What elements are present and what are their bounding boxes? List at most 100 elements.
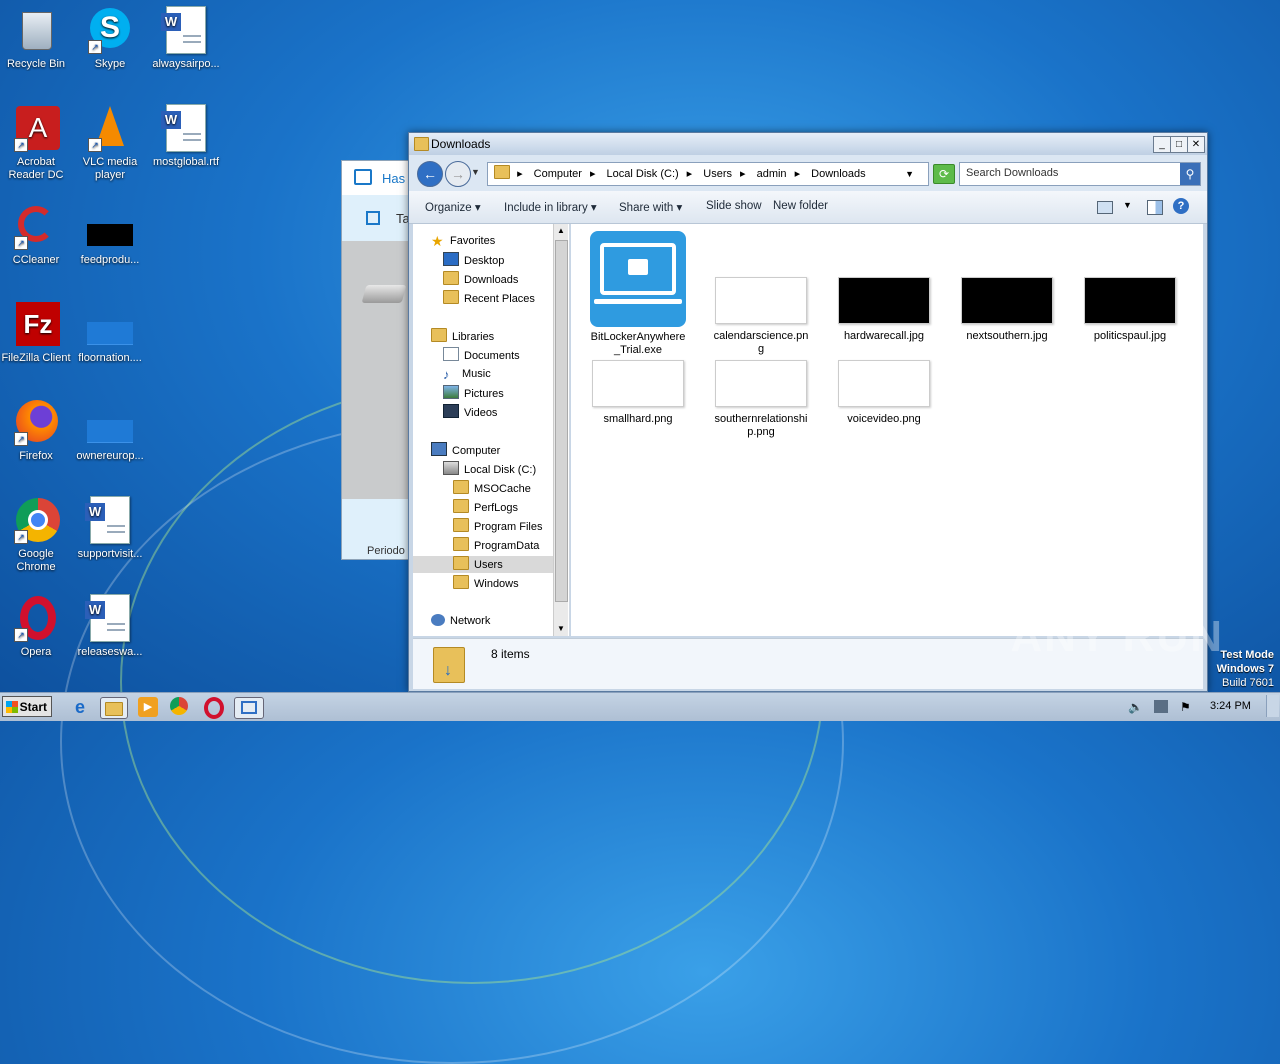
grid-icon [366,211,380,225]
search-icon[interactable]: ⚲ [1180,163,1200,185]
file-item[interactable]: nextsouthern.jpg [957,277,1057,343]
show-desktop-button[interactable] [1266,695,1279,717]
recent-places-icon [443,290,459,304]
desktop-icon-mostglobal[interactable]: W mostglobal.rtf [150,104,222,169]
breadcrumb-local-disk[interactable]: Local Disk (C:) [607,168,679,180]
minimize-button[interactable]: _ [1153,136,1171,153]
explorer-window[interactable]: Downloads _ □ ✕ ← → ▼ ▸ Computer ▸ Local … [408,132,1208,692]
clock[interactable]: 3:24 PM [1210,700,1251,712]
app-taskbar-icon[interactable] [234,697,264,719]
slide-show-button[interactable]: Slide show [706,200,762,212]
navigation-pane: ★ Favorites Desktop Downloads Recent Plac… [413,224,570,636]
refresh-button[interactable]: ⟳ [933,164,955,184]
chrome-taskbar-icon[interactable] [170,697,188,715]
new-folder-button[interactable]: New folder [773,200,828,212]
address-bar[interactable]: ▸ Computer ▸ Local Disk (C:) ▸ Users ▸ admi… [487,162,929,186]
desktop-icon-releaseswa[interactable]: W releaseswa... [74,594,146,659]
scroll-up-arrow[interactable]: ▲ [554,224,568,238]
taskbar: Start e ▶ 🔈 ⚑ 3:24 PM [0,692,1280,721]
share-with-button[interactable]: Share with ▾ [619,200,682,214]
file-item[interactable]: southernrelationship.png [711,360,811,439]
file-item[interactable]: calendarscience.png [711,277,811,356]
explorer-taskbar-icon[interactable] [100,697,128,719]
desktop-icon-ownereurop[interactable]: ownereurop... [74,398,146,463]
nav-favorites[interactable]: ★ Favorites [431,233,495,250]
organize-button[interactable]: Organize ▾ [425,200,481,214]
address-dropdown-icon[interactable]: ▼ [905,163,914,185]
tray-flag-icon[interactable]: ⚑ [1180,700,1191,714]
nav-libraries[interactable]: Libraries [431,328,494,345]
nav-users[interactable]: Users [413,556,553,573]
nav-documents[interactable]: Documents [443,347,520,364]
command-toolbar: Organize ▾ Include in library ▾ Share wi… [409,191,1207,224]
breadcrumb-downloads[interactable]: Downloads [811,168,865,180]
start-button[interactable]: Start [2,696,52,717]
internet-explorer-icon[interactable]: e [70,697,90,717]
nav-downloads[interactable]: Downloads [443,271,518,288]
navigation-scrollbar[interactable]: ▲ ▼ [553,224,568,636]
include-in-library-button[interactable]: Include in library ▾ [504,200,597,214]
view-dropdown-icon[interactable]: ▼ [1123,200,1132,210]
desktop-icon-floornation[interactable]: floornation.... [74,300,146,365]
nav-pictures[interactable]: Pictures [443,385,504,402]
back-button[interactable]: ← [417,161,443,187]
desktop-icon-acrobat[interactable]: A ↗ Acrobat Reader DC [0,104,72,182]
desktop-icon-firefox[interactable]: ↗ Firefox [0,398,72,463]
bitlocker-app-icon [590,231,686,327]
nav-programdata[interactable]: ProgramData [453,537,539,554]
nav-videos[interactable]: Videos [443,404,497,421]
desktop-icon-opera[interactable]: ↗ Opera [0,594,72,659]
desktop-icon-chrome[interactable]: ↗ Google Chrome [0,496,72,574]
nav-msocache[interactable]: MSOCache [453,480,531,497]
shortcut-arrow-icon: ↗ [14,432,28,446]
scroll-down-arrow[interactable]: ▼ [554,622,568,636]
search-input[interactable]: Search Downloads ⚲ [959,162,1201,186]
view-options-icon[interactable] [1097,201,1113,214]
desktop-icon-filezilla[interactable]: Fz FileZilla Client [0,300,72,365]
title-bar[interactable]: Downloads _ □ ✕ [409,133,1207,155]
forward-button[interactable]: → [445,161,471,187]
nav-network[interactable]: Network [431,613,490,630]
breadcrumb-computer[interactable]: Computer [534,168,582,180]
desktop-icon-skype[interactable]: S ↗ Skype [74,6,146,71]
nav-program-files[interactable]: Program Files [453,518,542,535]
file-item[interactable]: smallhard.png [588,360,688,426]
desktop-icon-recycle-bin[interactable]: Recycle Bin [0,6,72,71]
breadcrumb-admin[interactable]: admin [757,168,787,180]
file-item[interactable]: voicevideo.png [834,360,934,426]
nav-music[interactable]: ♪ Music [443,366,491,383]
maximize-button[interactable]: □ [1170,136,1188,153]
close-button[interactable]: ✕ [1187,136,1205,153]
disk-icon [443,461,459,475]
folder-icon [414,137,429,151]
word-document-icon: W [85,594,134,642]
preview-pane-icon[interactable] [1147,200,1163,215]
file-item[interactable]: hardwarecall.jpg [834,277,934,343]
desktop-icon-alwaysairpo[interactable]: W alwaysairpo... [150,6,222,71]
help-icon[interactable]: ? [1173,198,1189,214]
nav-recent-places[interactable]: Recent Places [443,290,535,307]
file-item[interactable]: BitLockerAnywhere_Trial.exe [588,231,688,357]
scroll-thumb[interactable] [555,240,568,602]
desktop-icon-feedprodu[interactable]: feedprodu... [74,202,146,267]
desktop-icon-supportvisit[interactable]: W supportvisit... [74,496,146,561]
downloads-folder-large-icon: ↓ [433,647,465,683]
folder-icon [453,537,469,551]
nav-windows[interactable]: Windows [453,575,519,592]
tray-network-icon[interactable] [1154,700,1168,713]
nav-perflogs[interactable]: PerfLogs [453,499,518,516]
media-player-icon[interactable]: ▶ [138,697,158,717]
desktop-icon-vlc[interactable]: ↗ VLC media player [74,104,146,182]
desktop-icon-ccleaner[interactable]: ↗ CCleaner [0,202,72,267]
nav-local-disk[interactable]: Local Disk (C:) [443,461,536,478]
ccleaner-icon: ↗ [12,202,60,250]
breadcrumb-users[interactable]: Users [703,168,732,180]
acrobat-icon: A ↗ [12,104,60,152]
chrome-icon: ↗ [12,496,60,544]
opera-taskbar-icon[interactable] [204,697,224,719]
recent-pages-dropdown[interactable]: ▼ [471,167,480,177]
nav-computer[interactable]: Computer [431,442,500,459]
tray-speaker-icon[interactable]: 🔈 [1128,700,1143,714]
file-item[interactable]: politicspaul.jpg [1080,277,1180,343]
nav-desktop[interactable]: Desktop [443,252,504,269]
